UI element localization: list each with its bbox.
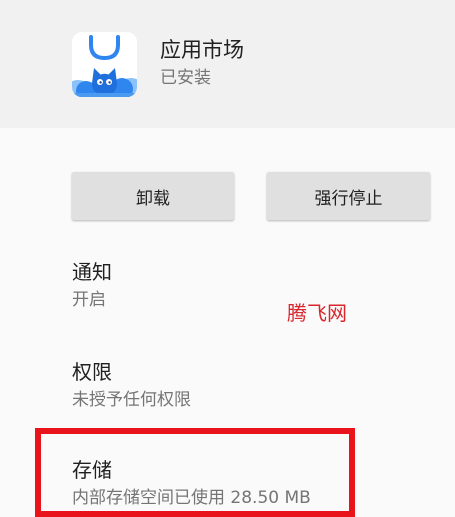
- app-market-icon: [72, 32, 137, 97]
- setting-subtitle: 内部存储空间已使用 28.50 MB: [72, 488, 311, 508]
- setting-title: 权限: [72, 360, 112, 384]
- watermark-text: 腾飞网: [287, 301, 347, 325]
- setting-title: 通知: [72, 260, 112, 284]
- setting-subtitle: 未授予任何权限: [72, 390, 191, 410]
- setting-row-notifications[interactable]: 通知 开启: [0, 244, 455, 344]
- app-status: 已安装: [160, 68, 211, 88]
- setting-subtitle: 开启: [72, 290, 106, 310]
- app-name: 应用市场: [160, 38, 244, 62]
- setting-title: 存储: [72, 458, 112, 482]
- setting-row-storage[interactable]: 存储 内部存储空间已使用 28.50 MB: [0, 444, 455, 517]
- setting-row-permissions[interactable]: 权限 未授予任何权限: [0, 344, 455, 444]
- uninstall-button[interactable]: 卸载: [72, 172, 234, 220]
- app-header: 应用市场 已安装: [0, 0, 455, 128]
- force-stop-button[interactable]: 强行停止: [267, 172, 430, 220]
